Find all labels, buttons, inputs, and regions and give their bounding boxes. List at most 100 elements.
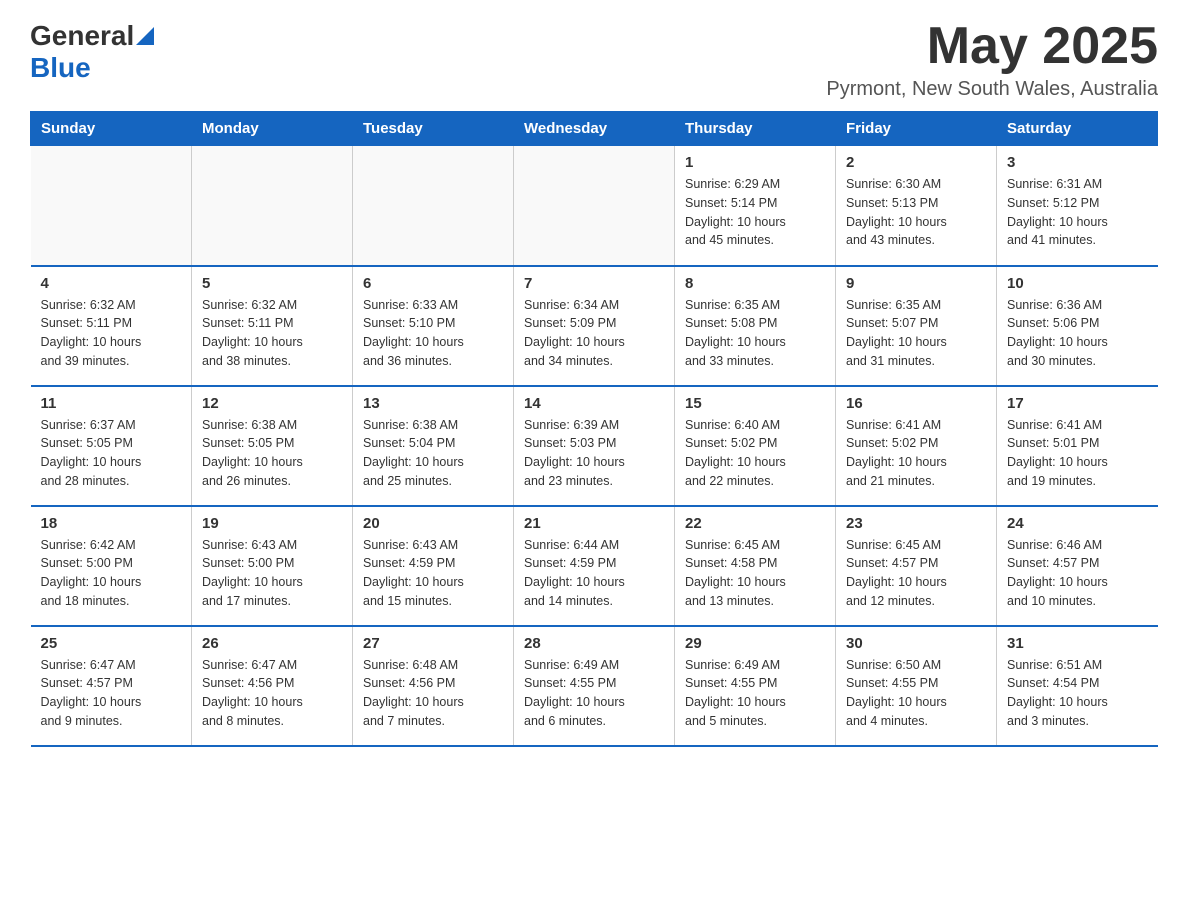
day-info: Sunrise: 6:36 AM Sunset: 5:06 PM Dayligh… [1007, 296, 1148, 371]
day-info: Sunrise: 6:32 AM Sunset: 5:11 PM Dayligh… [41, 296, 182, 371]
day-of-week-header: Saturday [997, 112, 1158, 146]
calendar-cell: 12 Sunrise: 6:38 AM Sunset: 5:05 PM Dayli… [192, 386, 353, 506]
calendar-cell: 22 Sunrise: 6:45 AM Sunset: 4:58 PM Dayli… [675, 506, 836, 626]
day-number: 20 [363, 515, 503, 532]
calendar-cell: 11 Sunrise: 6:37 AM Sunset: 5:05 PM Dayli… [31, 386, 192, 506]
calendar-cell: 31Sunrise: 6:51 AM Sunset: 4:54 PM Dayli… [997, 626, 1158, 746]
day-info: Sunrise: 6:37 AM Sunset: 5:05 PM Dayligh… [41, 416, 182, 491]
calendar-cell: 29 Sunrise: 6:49 AM Sunset: 4:55 PM Dayli… [675, 626, 836, 746]
calendar-cell: 24 Sunrise: 6:46 AM Sunset: 4:57 PM Dayli… [997, 506, 1158, 626]
title-area: May 2025 Pyrmont, New South Wales, Austr… [826, 20, 1158, 101]
calendar-cell [192, 146, 353, 266]
day-info: Sunrise: 6:44 AM Sunset: 4:59 PM Dayligh… [524, 536, 664, 611]
day-number: 5 [202, 275, 342, 292]
calendar-week-row: 18Sunrise: 6:42 AM Sunset: 5:00 PM Dayli… [31, 506, 1158, 626]
calendar-cell: 15Sunrise: 6:40 AM Sunset: 5:02 PM Dayli… [675, 386, 836, 506]
day-of-week-header: Tuesday [353, 112, 514, 146]
day-of-week-header: Thursday [675, 112, 836, 146]
calendar-table: SundayMondayTuesdayWednesdayThursdayFrid… [30, 111, 1158, 747]
logo-blue: Blue [30, 52, 91, 83]
day-number: 10 [1007, 275, 1148, 292]
subtitle: Pyrmont, New South Wales, Australia [826, 78, 1158, 101]
day-of-week-header: Friday [836, 112, 997, 146]
day-info: Sunrise: 6:47 AM Sunset: 4:56 PM Dayligh… [202, 656, 342, 731]
month-title: May 2025 [826, 20, 1158, 72]
day-number: 1 [685, 154, 825, 171]
calendar-cell: 5 Sunrise: 6:32 AM Sunset: 5:11 PM Daylig… [192, 266, 353, 386]
calendar-cell: 4 Sunrise: 6:32 AM Sunset: 5:11 PM Daylig… [31, 266, 192, 386]
day-number: 12 [202, 395, 342, 412]
day-info: Sunrise: 6:31 AM Sunset: 5:12 PM Dayligh… [1007, 175, 1148, 250]
calendar-cell: 6Sunrise: 6:33 AM Sunset: 5:10 PM Daylig… [353, 266, 514, 386]
day-number: 16 [846, 395, 986, 412]
day-info: Sunrise: 6:39 AM Sunset: 5:03 PM Dayligh… [524, 416, 664, 491]
calendar-week-row: 1 Sunrise: 6:29 AM Sunset: 5:14 PM Daylig… [31, 146, 1158, 266]
day-number: 11 [41, 395, 182, 412]
logo-general: General [30, 20, 134, 52]
day-number: 19 [202, 515, 342, 532]
day-info: Sunrise: 6:32 AM Sunset: 5:11 PM Dayligh… [202, 296, 342, 371]
calendar-week-row: 25Sunrise: 6:47 AM Sunset: 4:57 PM Dayli… [31, 626, 1158, 746]
day-number: 18 [41, 515, 182, 532]
day-info: Sunrise: 6:49 AM Sunset: 4:55 PM Dayligh… [685, 656, 825, 731]
calendar-header: SundayMondayTuesdayWednesdayThursdayFrid… [31, 112, 1158, 146]
day-info: Sunrise: 6:48 AM Sunset: 4:56 PM Dayligh… [363, 656, 503, 731]
day-number: 6 [363, 275, 503, 292]
day-info: Sunrise: 6:47 AM Sunset: 4:57 PM Dayligh… [41, 656, 182, 731]
day-number: 13 [363, 395, 503, 412]
day-info: Sunrise: 6:46 AM Sunset: 4:57 PM Dayligh… [1007, 536, 1148, 611]
day-info: Sunrise: 6:38 AM Sunset: 5:05 PM Dayligh… [202, 416, 342, 491]
calendar-body: 1 Sunrise: 6:29 AM Sunset: 5:14 PM Daylig… [31, 146, 1158, 746]
logo: General Blue [30, 20, 154, 84]
day-number: 24 [1007, 515, 1148, 532]
day-number: 28 [524, 635, 664, 652]
calendar-cell: 23Sunrise: 6:45 AM Sunset: 4:57 PM Dayli… [836, 506, 997, 626]
calendar-cell: 2 Sunrise: 6:30 AM Sunset: 5:13 PM Daylig… [836, 146, 997, 266]
day-info: Sunrise: 6:43 AM Sunset: 5:00 PM Dayligh… [202, 536, 342, 611]
calendar-cell: 14 Sunrise: 6:39 AM Sunset: 5:03 PM Dayli… [514, 386, 675, 506]
day-info: Sunrise: 6:49 AM Sunset: 4:55 PM Dayligh… [524, 656, 664, 731]
day-info: Sunrise: 6:30 AM Sunset: 5:13 PM Dayligh… [846, 175, 986, 250]
day-info: Sunrise: 6:50 AM Sunset: 4:55 PM Dayligh… [846, 656, 986, 731]
calendar-cell: 16Sunrise: 6:41 AM Sunset: 5:02 PM Dayli… [836, 386, 997, 506]
calendar-cell: 7Sunrise: 6:34 AM Sunset: 5:09 PM Daylig… [514, 266, 675, 386]
day-number: 29 [685, 635, 825, 652]
calendar-cell [514, 146, 675, 266]
calendar-cell: 13 Sunrise: 6:38 AM Sunset: 5:04 PM Dayli… [353, 386, 514, 506]
calendar-cell: 25Sunrise: 6:47 AM Sunset: 4:57 PM Dayli… [31, 626, 192, 746]
day-number: 27 [363, 635, 503, 652]
page-header: General Blue May 2025 Pyrmont, New South… [30, 20, 1158, 101]
day-of-week-header: Sunday [31, 112, 192, 146]
header-row: SundayMondayTuesdayWednesdayThursdayFrid… [31, 112, 1158, 146]
day-info: Sunrise: 6:34 AM Sunset: 5:09 PM Dayligh… [524, 296, 664, 371]
calendar-cell: 18Sunrise: 6:42 AM Sunset: 5:00 PM Dayli… [31, 506, 192, 626]
calendar-cell: 26Sunrise: 6:47 AM Sunset: 4:56 PM Dayli… [192, 626, 353, 746]
calendar-week-row: 4 Sunrise: 6:32 AM Sunset: 5:11 PM Daylig… [31, 266, 1158, 386]
day-info: Sunrise: 6:29 AM Sunset: 5:14 PM Dayligh… [685, 175, 825, 250]
day-number: 23 [846, 515, 986, 532]
day-number: 8 [685, 275, 825, 292]
calendar-cell: 1 Sunrise: 6:29 AM Sunset: 5:14 PM Daylig… [675, 146, 836, 266]
day-number: 2 [846, 154, 986, 171]
day-number: 17 [1007, 395, 1148, 412]
day-of-week-header: Monday [192, 112, 353, 146]
calendar-cell [353, 146, 514, 266]
calendar-cell: 3Sunrise: 6:31 AM Sunset: 5:12 PM Daylig… [997, 146, 1158, 266]
day-info: Sunrise: 6:38 AM Sunset: 5:04 PM Dayligh… [363, 416, 503, 491]
day-info: Sunrise: 6:35 AM Sunset: 5:07 PM Dayligh… [846, 296, 986, 371]
day-number: 31 [1007, 635, 1148, 652]
calendar-cell: 10 Sunrise: 6:36 AM Sunset: 5:06 PM Dayli… [997, 266, 1158, 386]
day-info: Sunrise: 6:35 AM Sunset: 5:08 PM Dayligh… [685, 296, 825, 371]
day-number: 14 [524, 395, 664, 412]
calendar-cell: 30Sunrise: 6:50 AM Sunset: 4:55 PM Dayli… [836, 626, 997, 746]
calendar-cell: 8 Sunrise: 6:35 AM Sunset: 5:08 PM Daylig… [675, 266, 836, 386]
day-info: Sunrise: 6:41 AM Sunset: 5:01 PM Dayligh… [1007, 416, 1148, 491]
calendar-cell: 9 Sunrise: 6:35 AM Sunset: 5:07 PM Daylig… [836, 266, 997, 386]
day-number: 22 [685, 515, 825, 532]
logo-triangle-icon [136, 27, 154, 45]
calendar-cell: 17 Sunrise: 6:41 AM Sunset: 5:01 PM Dayli… [997, 386, 1158, 506]
calendar-cell: 21Sunrise: 6:44 AM Sunset: 4:59 PM Dayli… [514, 506, 675, 626]
day-number: 9 [846, 275, 986, 292]
day-number: 4 [41, 275, 182, 292]
day-info: Sunrise: 6:45 AM Sunset: 4:58 PM Dayligh… [685, 536, 825, 611]
